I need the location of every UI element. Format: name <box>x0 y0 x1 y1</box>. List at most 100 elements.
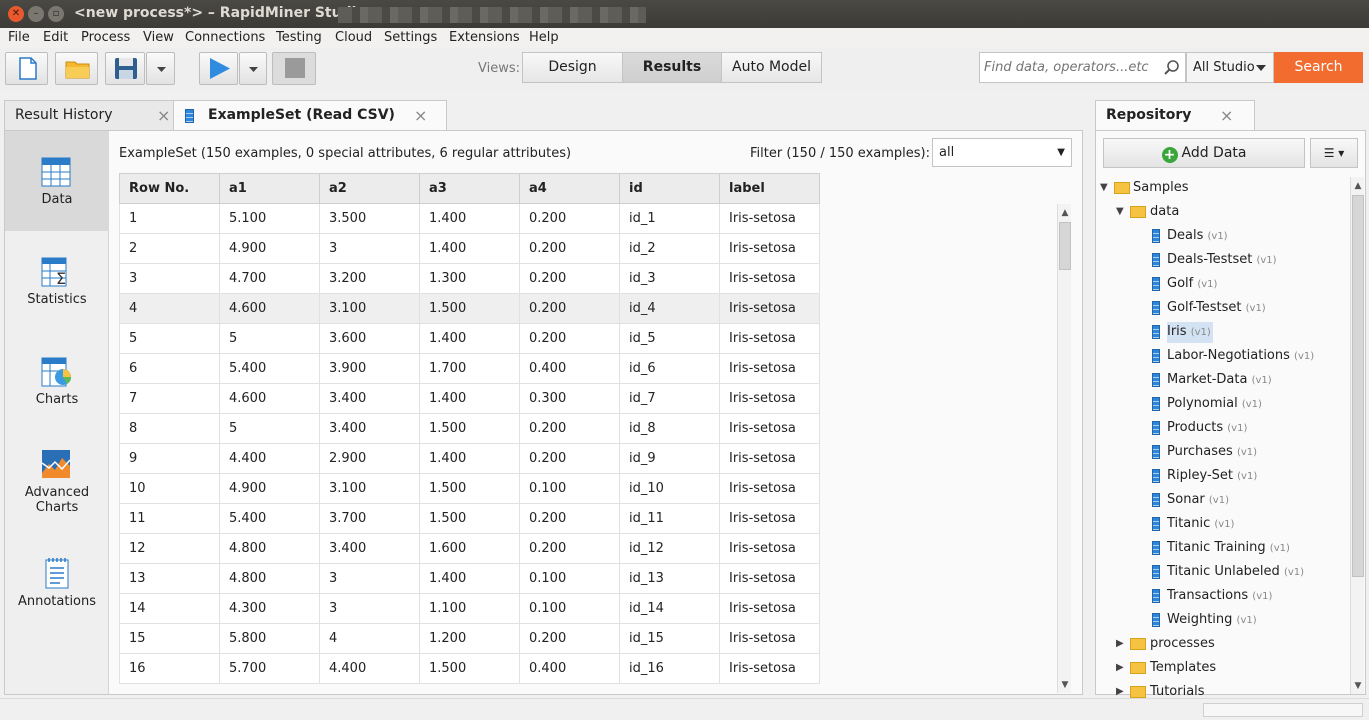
table-cell[interactable]: id_12 <box>619 533 720 564</box>
nav-statistics[interactable]: Σ Statistics <box>5 231 109 331</box>
column-header-a2[interactable]: a2 <box>319 173 420 204</box>
table-cell[interactable]: Iris-setosa <box>719 653 820 684</box>
menu-edit[interactable]: Edit <box>43 30 68 45</box>
table-cell[interactable]: 0.200 <box>519 233 620 264</box>
table-cell[interactable]: 3.400 <box>319 533 420 564</box>
table-cell[interactable]: Iris-setosa <box>719 563 820 594</box>
table-cell[interactable]: id_11 <box>619 503 720 534</box>
table-cell[interactable]: 1.400 <box>419 563 520 594</box>
table-cell[interactable]: 5.400 <box>219 353 320 384</box>
table-cell[interactable]: Iris-setosa <box>719 233 820 264</box>
table-cell[interactable]: 0.300 <box>519 383 620 414</box>
table-cell[interactable]: 4.700 <box>219 263 320 294</box>
table-cell[interactable]: 3.500 <box>319 203 420 234</box>
table-cell[interactable]: Iris-setosa <box>719 533 820 564</box>
search-icon[interactable] <box>1163 59 1181 77</box>
table-cell[interactable]: 16 <box>119 653 220 684</box>
table-cell[interactable]: 3 <box>319 563 420 594</box>
table-cell[interactable]: 0.400 <box>519 653 620 684</box>
open-process-button[interactable] <box>55 52 98 85</box>
column-header-a3[interactable]: a3 <box>419 173 520 204</box>
table-cell[interactable]: 5 <box>219 413 320 444</box>
table-cell[interactable]: id_16 <box>619 653 720 684</box>
table-cell[interactable]: 5.400 <box>219 503 320 534</box>
tree-item-dataset[interactable]: Titanic Training (v1) <box>1096 538 1336 558</box>
table-cell[interactable]: 4.600 <box>219 383 320 414</box>
table-row[interactable]: 3 4.700 3.200 1.300 0.200 id_3 Iris-setosa <box>119 263 820 294</box>
table-cell[interactable]: 0.100 <box>519 563 620 594</box>
table-row[interactable]: 4 4.600 3.100 1.500 0.200 id_4 Iris-setosa <box>119 293 820 324</box>
table-cell[interactable]: id_9 <box>619 443 720 474</box>
table-cell[interactable]: id_13 <box>619 563 720 594</box>
menu-extensions[interactable]: Extensions <box>449 30 520 45</box>
add-data-button[interactable]: + Add Data <box>1103 138 1305 168</box>
tab-repository[interactable]: Repository × <box>1095 100 1255 131</box>
close-icon[interactable]: × <box>414 101 427 130</box>
table-cell[interactable]: 0.400 <box>519 353 620 384</box>
repository-scrollbar[interactable]: ▲ ▼ <box>1350 177 1364 694</box>
table-row[interactable]: 1 5.100 3.500 1.400 0.200 id_1 Iris-setosa <box>119 203 820 234</box>
tree-item-dataset[interactable]: Iris (v1) <box>1096 322 1336 343</box>
table-cell[interactable]: 4.800 <box>219 533 320 564</box>
table-cell[interactable]: 1.400 <box>419 233 520 264</box>
tree-item-dataset[interactable]: Weighting (v1) <box>1096 610 1336 630</box>
tree-folder[interactable]: ▶ Templates <box>1096 658 1336 678</box>
table-cell[interactable]: 4 <box>119 293 220 324</box>
table-cell[interactable]: 6 <box>119 353 220 384</box>
table-cell[interactable]: Iris-setosa <box>719 623 820 654</box>
table-cell[interactable]: id_10 <box>619 473 720 504</box>
table-cell[interactable]: id_8 <box>619 413 720 444</box>
tree-item-dataset[interactable]: Golf (v1) <box>1096 274 1336 294</box>
table-cell[interactable]: 3.600 <box>319 323 420 354</box>
table-cell[interactable]: 0.200 <box>519 203 620 234</box>
table-cell[interactable]: Iris-setosa <box>719 443 820 474</box>
menu-view[interactable]: View <box>143 30 174 45</box>
table-cell[interactable]: 3.100 <box>319 473 420 504</box>
table-cell[interactable]: Iris-setosa <box>719 323 820 354</box>
tree-item-dataset[interactable]: Sonar (v1) <box>1096 490 1336 510</box>
table-cell[interactable]: 0.100 <box>519 593 620 624</box>
table-cell[interactable]: 13 <box>119 563 220 594</box>
tree-item-dataset[interactable]: Deals-Testset (v1) <box>1096 250 1336 270</box>
menu-cloud[interactable]: Cloud <box>335 30 372 45</box>
table-cell[interactable]: Iris-setosa <box>719 263 820 294</box>
close-icon[interactable]: × <box>157 101 170 130</box>
table-cell[interactable]: 3 <box>119 263 220 294</box>
tab-exampleset[interactable]: ExampleSet (Read CSV) × <box>173 100 447 131</box>
table-cell[interactable]: id_7 <box>619 383 720 414</box>
table-cell[interactable]: 3 <box>319 233 420 264</box>
run-process-button[interactable] <box>199 52 238 85</box>
save-process-button[interactable] <box>105 52 145 85</box>
tree-item-dataset[interactable]: Transactions (v1) <box>1096 586 1336 606</box>
window-maximize-button[interactable]: ▫ <box>48 6 64 22</box>
table-cell[interactable]: id_14 <box>619 593 720 624</box>
table-row[interactable]: 9 4.400 2.900 1.400 0.200 id_9 Iris-setosa <box>119 443 820 474</box>
view-results-button[interactable]: Results <box>622 52 722 83</box>
stop-process-button[interactable] <box>272 52 316 85</box>
table-cell[interactable]: 15 <box>119 623 220 654</box>
table-cell[interactable]: 1.500 <box>419 473 520 504</box>
scrollbar-thumb[interactable] <box>1352 195 1364 577</box>
table-cell[interactable]: id_6 <box>619 353 720 384</box>
menu-process[interactable]: Process <box>81 30 130 45</box>
view-design-button[interactable]: Design <box>522 52 623 83</box>
menu-testing[interactable]: Testing <box>276 30 322 45</box>
tree-item-dataset[interactable]: Deals (v1) <box>1096 226 1336 246</box>
nav-annotations[interactable]: Annotations <box>5 541 109 641</box>
table-row[interactable]: 16 5.700 4.400 1.500 0.400 id_16 Iris-setosa <box>119 653 820 684</box>
table-cell[interactable]: 4.800 <box>219 563 320 594</box>
table-cell[interactable]: Iris-setosa <box>719 353 820 384</box>
table-cell[interactable]: 2.900 <box>319 443 420 474</box>
table-cell[interactable]: 4.900 <box>219 473 320 504</box>
column-header-row-no[interactable]: Row No. <box>119 173 220 204</box>
table-cell[interactable]: 4.900 <box>219 233 320 264</box>
nav-data[interactable]: Data <box>5 131 109 231</box>
table-row[interactable]: 5 5 3.600 1.400 0.200 id_5 Iris-setosa <box>119 323 820 354</box>
table-cell[interactable]: 1.500 <box>419 653 520 684</box>
table-cell[interactable]: 3.700 <box>319 503 420 534</box>
table-cell[interactable]: 9 <box>119 443 220 474</box>
scroll-up-icon[interactable]: ▲ <box>1351 179 1365 193</box>
table-cell[interactable]: id_15 <box>619 623 720 654</box>
table-cell[interactable]: 0.100 <box>519 473 620 504</box>
table-cell[interactable]: id_1 <box>619 203 720 234</box>
